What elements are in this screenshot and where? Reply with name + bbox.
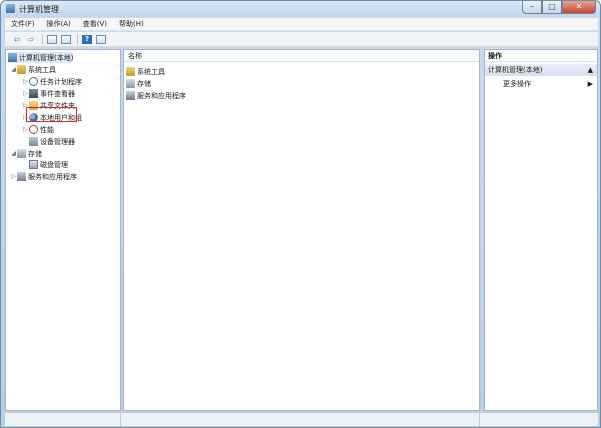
- tree-item-label: 事件查看器: [40, 89, 75, 98]
- show-hide-console-tree-button[interactable]: [46, 34, 58, 45]
- expand-arrow-icon[interactable]: ◢: [10, 150, 17, 157]
- tree-item-computer-management[interactable]: 计算机管理(本地): [8, 52, 74, 63]
- more-actions-item[interactable]: 更多操作 ▶: [485, 78, 597, 90]
- clock-icon: [29, 77, 38, 86]
- tree-item-label: 磁盘管理: [40, 160, 68, 169]
- tree-item-event-viewer[interactable]: ▷ 事件查看器: [22, 88, 75, 99]
- console-tree-icon: [47, 34, 57, 44]
- services-icon: [126, 91, 135, 100]
- status-cell: [121, 413, 480, 427]
- toolbar: ⇦ ⇨ ?: [5, 32, 598, 47]
- computer-management-window: 计算机管理 – □ ✕ 文件(F) 操作(A) 查看(V) 帮助(H) ⇦ ⇨ …: [0, 0, 601, 428]
- status-cell: [5, 413, 121, 427]
- title-bar[interactable]: 计算机管理 – □ ✕: [1, 1, 600, 17]
- storage-icon: [17, 149, 26, 158]
- tools-icon: [17, 65, 26, 74]
- collapse-up-icon[interactable]: ▲: [588, 64, 593, 76]
- toolbar-separator: [42, 33, 43, 45]
- actions-pane: 操作 计算机管理(本地) ▲ 更多操作 ▶: [484, 49, 598, 411]
- computer-management-icon: [6, 4, 15, 13]
- tree-item-disk-management[interactable]: 磁盘管理: [29, 159, 68, 170]
- collapse-arrow-icon[interactable]: ▷: [22, 126, 29, 133]
- collapse-arrow-icon[interactable]: ▷: [22, 78, 29, 85]
- action-pane-icon: [96, 34, 106, 44]
- minimize-button[interactable]: –: [522, 1, 542, 14]
- list-item-services-apps[interactable]: 服务和应用程序: [126, 90, 186, 101]
- tree-item-label: 系统工具: [28, 65, 56, 74]
- tree-item-device-manager[interactable]: 设备管理器: [29, 136, 75, 147]
- list-item-storage[interactable]: 存储: [126, 78, 151, 89]
- tree-item-performance[interactable]: ▷ 性能: [22, 124, 54, 135]
- tree-item-label: 任务计划程序: [40, 77, 82, 86]
- menu-help[interactable]: 帮助(H): [119, 19, 144, 29]
- window-controls: – □ ✕: [522, 1, 596, 15]
- action-pane-toggle-button[interactable]: [95, 34, 107, 45]
- highlight-annotation-box: [26, 107, 77, 122]
- tree-item-label: 设备管理器: [40, 137, 75, 146]
- list-item-label: 存储: [137, 79, 151, 88]
- console-tree-pane: 计算机管理(本地) ◢ 系统工具 ▷ 任务计划程序 ▷ 事件查看器 ▷ 共享文件…: [5, 49, 121, 411]
- menu-bar: 文件(F) 操作(A) 查看(V) 帮助(H): [5, 18, 598, 31]
- menu-file[interactable]: 文件(F): [11, 19, 35, 29]
- computer-icon: [8, 53, 17, 62]
- tree-item-services-apps[interactable]: ▷ 服务和应用程序: [10, 171, 77, 182]
- collapse-arrow-icon[interactable]: ▷: [22, 90, 29, 97]
- disk-icon: [29, 160, 38, 169]
- tree-item-storage[interactable]: ◢ 存储: [10, 148, 42, 159]
- results-pane: 名称 系统工具 存储 服务和应用程序: [123, 49, 480, 411]
- actions-section-title: 计算机管理(本地): [488, 66, 543, 74]
- status-bar: [5, 412, 598, 427]
- expand-arrow-icon[interactable]: ◢: [10, 66, 17, 73]
- export-list-icon: [61, 34, 71, 44]
- tree-item-label: 性能: [40, 125, 54, 134]
- menu-view[interactable]: 查看(V): [83, 19, 107, 29]
- storage-icon: [126, 79, 135, 88]
- performance-icon: [29, 125, 38, 134]
- list-item-system-tools[interactable]: 系统工具: [126, 66, 165, 77]
- tree-item-label: 计算机管理(本地): [19, 53, 74, 62]
- window-title: 计算机管理: [19, 5, 59, 14]
- menu-action[interactable]: 操作(A): [47, 19, 71, 29]
- actions-section-computer-management[interactable]: 计算机管理(本地) ▲: [485, 64, 597, 76]
- help-button[interactable]: ?: [81, 34, 93, 45]
- tree-item-label: 存储: [28, 149, 42, 158]
- toolbar-separator: [77, 33, 78, 45]
- tools-icon: [126, 67, 135, 76]
- status-cell: [480, 413, 596, 427]
- submenu-arrow-icon: ▶: [587, 80, 593, 88]
- close-button[interactable]: ✕: [562, 1, 596, 14]
- forward-button[interactable]: ⇨: [25, 34, 37, 45]
- more-actions-label: 更多操作: [503, 80, 531, 88]
- maximize-button[interactable]: □: [542, 1, 562, 14]
- list-item-label: 服务和应用程序: [137, 91, 186, 100]
- tree-item-task-scheduler[interactable]: ▷ 任务计划程序: [22, 76, 82, 87]
- services-icon: [17, 172, 26, 181]
- help-icon: ?: [82, 34, 92, 44]
- list-item-label: 系统工具: [137, 67, 165, 76]
- tree-item-system-tools[interactable]: ◢ 系统工具: [10, 64, 56, 75]
- back-button[interactable]: ⇦: [11, 34, 23, 45]
- export-list-button[interactable]: [60, 34, 72, 45]
- actions-header: 操作: [485, 50, 597, 62]
- device-manager-icon: [29, 137, 38, 146]
- collapse-arrow-icon[interactable]: ▷: [10, 173, 17, 180]
- column-header-name[interactable]: 名称: [124, 50, 479, 62]
- event-viewer-icon: [29, 89, 38, 98]
- tree-item-label: 服务和应用程序: [28, 172, 77, 181]
